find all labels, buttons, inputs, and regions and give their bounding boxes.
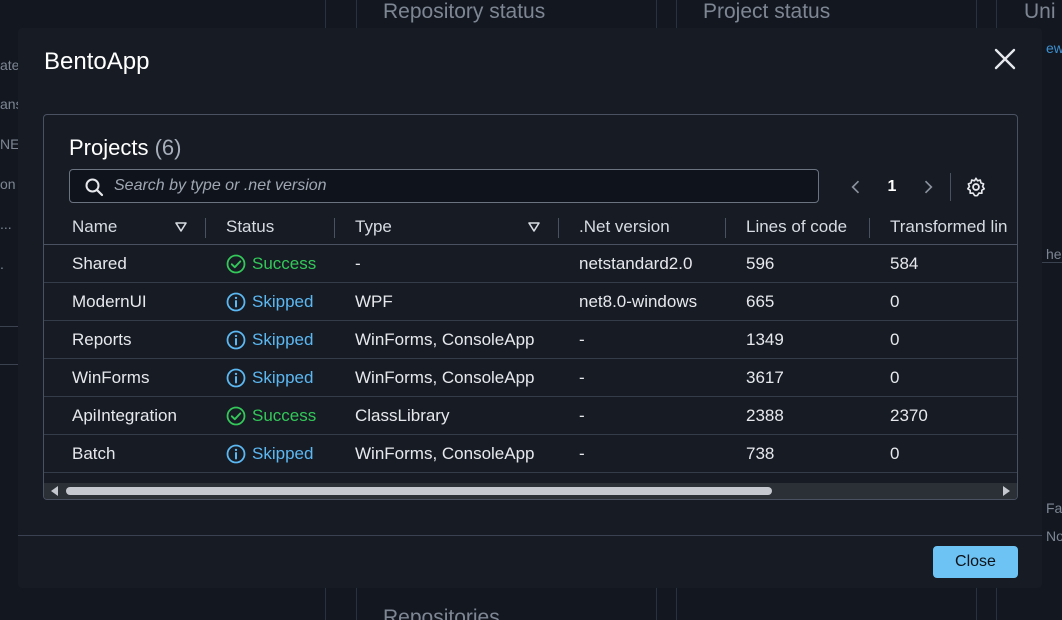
bg-project-status-heading: Project status (703, 0, 831, 23)
column-header-net-version[interactable]: .Net version (579, 209, 670, 244)
project-net-version: - (579, 367, 585, 387)
project-lines-of-code: 596 (746, 253, 775, 273)
project-lines-of-code: 2388 (746, 405, 784, 425)
success-check-icon (226, 406, 246, 425)
bg-repositories-heading: Repositories (383, 606, 500, 620)
project-transformed-lines: 0 (890, 291, 900, 311)
bg-fragment: he (1046, 246, 1062, 262)
project-lines-of-code: 1349 (746, 329, 784, 349)
pager-divider (950, 173, 951, 201)
bg-repository-status-heading: Repository status (383, 0, 546, 23)
chevron-right-icon[interactable] (916, 175, 940, 199)
bg-fragment: No (1046, 528, 1062, 544)
column-header-status[interactable]: Status (226, 209, 274, 244)
project-name: Reports (72, 329, 132, 349)
column-header-name[interactable]: Name (72, 209, 117, 244)
project-transformed-lines: 0 (890, 329, 900, 349)
table-row: ModernUI Skipped WPF net8.0-windows 665 0 (44, 283, 1017, 321)
status-label: Skipped (252, 329, 314, 349)
search-icon (85, 178, 104, 197)
scroll-right-icon[interactable] (1001, 486, 1011, 496)
current-page[interactable]: 1 (868, 178, 916, 196)
project-details-modal: BentoApp Projects (6) 1 (18, 28, 1042, 588)
bg-fragment: Fa (1046, 500, 1062, 516)
projects-title: Projects (69, 135, 149, 160)
project-net-version: - (579, 443, 585, 463)
column-header-type[interactable]: Type (355, 209, 392, 244)
project-type: WinForms, ConsoleApp (355, 367, 535, 387)
table-row: Reports Skipped WinForms, ConsoleApp - 1349 0 (44, 321, 1017, 359)
close-icon[interactable] (992, 46, 1018, 72)
modal-title: BentoApp (44, 48, 150, 75)
close-button[interactable]: Close (933, 546, 1018, 578)
project-type: WinForms, ConsoleApp (355, 329, 535, 349)
search-input[interactable] (114, 170, 804, 202)
projects-table: Name Status Type .Net version Lines of c… (44, 209, 1017, 473)
info-icon (226, 368, 246, 387)
bg-unit-heading: Uni (1024, 0, 1056, 23)
projects-count: (6) (154, 135, 182, 160)
info-icon (226, 292, 246, 311)
column-header-transformed-lines[interactable]: Transformed lin (890, 209, 1007, 244)
footer-divider (18, 535, 1042, 536)
project-name: Shared (72, 253, 127, 273)
project-status: Skipped (226, 435, 313, 472)
scroll-left-icon[interactable] (50, 486, 60, 496)
sort-caret-icon[interactable] (175, 222, 187, 232)
project-type: WinForms, ConsoleApp (355, 443, 535, 463)
projects-table-container: Projects (6) 1 N (43, 114, 1018, 500)
bg-fragment: ate (0, 57, 20, 73)
status-label: Skipped (252, 367, 314, 387)
info-icon (226, 330, 246, 349)
project-name: ModernUI (72, 291, 147, 311)
scrollbar-thumb[interactable] (66, 487, 772, 495)
sort-caret-icon[interactable] (528, 222, 540, 232)
horizontal-scrollbar[interactable] (44, 483, 1017, 499)
project-lines-of-code: 665 (746, 291, 775, 311)
project-lines-of-code: 3617 (746, 367, 784, 387)
project-status: Success (226, 397, 316, 434)
project-net-version: - (579, 329, 585, 349)
column-header-lines-of-code[interactable]: Lines of code (746, 209, 847, 244)
gear-icon[interactable] (965, 176, 987, 198)
project-transformed-lines: 0 (890, 367, 900, 387)
status-label: Skipped (252, 291, 314, 311)
project-type: - (355, 253, 361, 273)
project-status: Skipped (226, 321, 313, 358)
status-label: Skipped (252, 443, 314, 463)
project-transformed-lines: 0 (890, 443, 900, 463)
table-row: Shared Success - netstandard2.0 596 584 (44, 245, 1017, 283)
table-row: ApiIntegration Success ClassLibrary - 2388 23… (44, 397, 1017, 435)
table-header-row: Name Status Type .Net version Lines of c… (44, 209, 1017, 245)
project-name: Batch (72, 443, 116, 463)
project-lines-of-code: 738 (746, 443, 775, 463)
bg-fragment: . (0, 256, 4, 272)
status-label: Success (252, 253, 317, 273)
project-status: Skipped (226, 283, 313, 320)
project-type: ClassLibrary (355, 405, 450, 425)
project-net-version: net8.0-windows (579, 291, 698, 311)
project-transformed-lines: 584 (890, 253, 919, 273)
project-name: WinForms (72, 367, 150, 387)
bg-link-fragment: ew (1046, 40, 1062, 56)
bg-fragment: on (0, 176, 16, 192)
chevron-left-icon[interactable] (844, 175, 868, 199)
project-net-version: - (579, 405, 585, 425)
project-status: Skipped (226, 359, 313, 396)
table-row: WinForms Skipped WinForms, ConsoleApp - 3617… (44, 359, 1017, 397)
project-name: ApiIntegration (72, 405, 177, 425)
status-label: Success (252, 405, 317, 425)
bg-fragment: ... (0, 216, 12, 232)
project-type: WPF (355, 291, 393, 311)
project-transformed-lines: 2370 (890, 405, 928, 425)
success-check-icon (226, 254, 246, 273)
pagination: 1 (844, 173, 987, 201)
table-row: Batch Skipped WinForms, ConsoleApp - 738 0 (44, 435, 1017, 473)
info-icon (226, 444, 246, 463)
projects-heading: Projects (6) (69, 135, 182, 161)
project-net-version: netstandard2.0 (579, 253, 693, 273)
search-box[interactable] (69, 169, 819, 203)
project-status: Success (226, 245, 316, 282)
